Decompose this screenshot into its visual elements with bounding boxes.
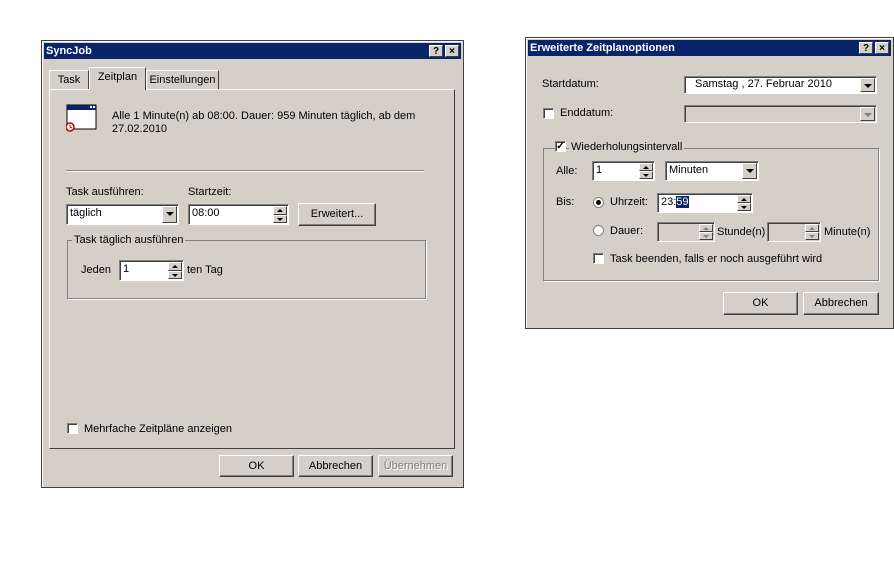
startdatum-picker[interactable]: Samstag , 27. Februar 2010	[684, 76, 877, 94]
ten-tag-label: ten Tag	[187, 264, 223, 276]
chevron-down-icon[interactable]	[162, 206, 177, 223]
alle-value: 1	[596, 164, 603, 176]
alle-spinner[interactable]	[639, 163, 653, 179]
syncjob-window: SyncJob ? × Task Zeitplan Einstellungen …	[41, 40, 464, 488]
dauer-minuten-input[interactable]	[767, 222, 821, 242]
dauer-stunden-input[interactable]	[657, 222, 715, 242]
startzeit-label: Startzeit:	[188, 186, 232, 198]
uhrzeit-label: Uhrzeit:	[610, 196, 648, 208]
spin-up-icon[interactable]	[273, 206, 287, 215]
chevron-down-icon[interactable]	[860, 107, 875, 121]
tab-task-label: Task	[57, 74, 81, 86]
enddatum-picker[interactable]	[684, 105, 877, 123]
ok-button-label: OK	[248, 460, 265, 472]
spin-down-icon[interactable]	[737, 203, 751, 211]
erweitert-button-label: Erweitert...	[310, 208, 364, 220]
uhrzeit-input[interactable]: 23:59	[657, 193, 753, 213]
chevron-down-icon[interactable]	[860, 78, 875, 92]
uebernehmen-button-label: Übernehmen	[383, 460, 448, 472]
startzeit-input[interactable]: 08:00	[188, 204, 289, 225]
dauer-label: Dauer:	[610, 225, 644, 237]
jeden-input[interactable]: 1	[119, 260, 184, 281]
dauer-radio[interactable]	[593, 225, 604, 236]
wiederholung-label: Wiederholungsintervall	[569, 141, 685, 154]
uhrzeit-radio[interactable]	[593, 197, 604, 208]
einheit-value: Minuten	[669, 164, 709, 176]
zeitplan-panel: Alle 1 Minute(n) ab 08:00. Dauer: 959 Mi…	[49, 89, 455, 449]
alle-input[interactable]: 1	[592, 161, 655, 181]
task-beenden-checkbox[interactable]	[593, 253, 604, 264]
daily-group-title: Task täglich ausführen	[72, 234, 186, 247]
erweitert-button[interactable]: Erweitert...	[298, 203, 376, 226]
enddatum-checkbox[interactable]	[543, 108, 554, 119]
mehrfache-checkbox[interactable]	[67, 423, 78, 434]
close-button[interactable]: ×	[875, 42, 889, 54]
wiederholung-checkbox[interactable]: ✓	[555, 141, 566, 152]
schedule-summary-line1: Alle 1 Minute(n) ab 08:00. Dauer: 959 Mi…	[112, 110, 416, 122]
spin-down-icon[interactable]	[699, 232, 713, 240]
einheit-select[interactable]: Minuten	[665, 161, 759, 181]
help-button[interactable]: ?	[859, 42, 873, 54]
task-ausfuehren-label: Task ausführen:	[66, 186, 144, 198]
tab-einstellungen[interactable]: Einstellungen	[146, 70, 219, 90]
uhrzeit-minute-selected: 59	[676, 196, 689, 208]
spin-down-icon[interactable]	[168, 270, 182, 279]
tab-task[interactable]: Task	[49, 70, 89, 90]
task-frequency-value: täglich	[70, 207, 102, 219]
separator	[66, 170, 424, 172]
spin-up-icon[interactable]	[639, 163, 653, 171]
spin-up-icon[interactable]	[699, 224, 713, 232]
task-beenden-label: Task beenden, falls er noch ausgeführt w…	[610, 253, 823, 265]
schedule-icon	[65, 104, 98, 132]
schedule-summary-line2: 27.02.2010	[112, 123, 168, 135]
syncjob-titlebar[interactable]: SyncJob ? ×	[44, 43, 461, 59]
spin-down-icon[interactable]	[639, 171, 653, 179]
startdatum-label: Startdatum:	[542, 78, 599, 90]
erweitert-window: Erweiterte Zeitplanoptionen ? × Startdat…	[525, 37, 894, 329]
stunden-label: Stunde(n)	[717, 226, 766, 238]
spin-up-icon[interactable]	[737, 195, 751, 203]
uhrzeit-hour: 23:	[661, 196, 677, 208]
startzeit-spinner[interactable]	[273, 206, 287, 223]
erweitert-title: Erweiterte Zeitplanoptionen	[530, 42, 675, 54]
alle-label: Alle:	[556, 165, 578, 177]
abbrechen-button[interactable]: Abbrechen	[803, 292, 879, 315]
startzeit-value: 08:00	[192, 207, 220, 219]
enddatum-label: Enddatum:	[560, 107, 614, 119]
startdatum-value: Samstag , 27. Februar 2010	[695, 78, 832, 90]
jeden-label: Jeden	[81, 264, 111, 276]
ok-button[interactable]: OK	[219, 455, 294, 477]
dauer-minuten-spinner[interactable]	[805, 224, 819, 240]
ok-button[interactable]: OK	[723, 292, 798, 315]
bis-label: Bis:	[556, 196, 575, 208]
tab-einstellungen-label: Einstellungen	[149, 74, 216, 86]
abbrechen-button[interactable]: Abbrechen	[298, 455, 373, 477]
minuten-label: Minute(n)	[824, 226, 871, 238]
dauer-stunden-spinner[interactable]	[699, 224, 713, 240]
tab-zeitplan[interactable]: Zeitplan	[89, 67, 146, 90]
close-button[interactable]: ×	[445, 45, 459, 57]
spin-down-icon[interactable]	[273, 214, 287, 223]
tab-zeitplan-label: Zeitplan	[97, 71, 138, 83]
syncjob-title: SyncJob	[46, 45, 92, 57]
mehrfache-label: Mehrfache Zeitpläne anzeigen	[84, 423, 232, 435]
uhrzeit-spinner[interactable]	[737, 195, 751, 211]
abbrechen-button-label: Abbrechen	[814, 297, 868, 309]
task-frequency-select[interactable]: täglich	[66, 204, 179, 225]
jeden-spinner[interactable]	[168, 262, 182, 279]
erweitert-titlebar[interactable]: Erweiterte Zeitplanoptionen ? ×	[528, 40, 891, 56]
chevron-down-icon[interactable]	[742, 163, 757, 179]
jeden-value: 1	[123, 263, 130, 275]
spin-down-icon[interactable]	[805, 232, 819, 240]
ok-button-label: OK	[752, 297, 769, 309]
help-button[interactable]: ?	[429, 45, 443, 57]
uebernehmen-button[interactable]: Übernehmen	[378, 455, 453, 477]
spin-up-icon[interactable]	[805, 224, 819, 232]
abbrechen-button-label: Abbrechen	[308, 460, 363, 472]
spin-up-icon[interactable]	[168, 262, 182, 271]
